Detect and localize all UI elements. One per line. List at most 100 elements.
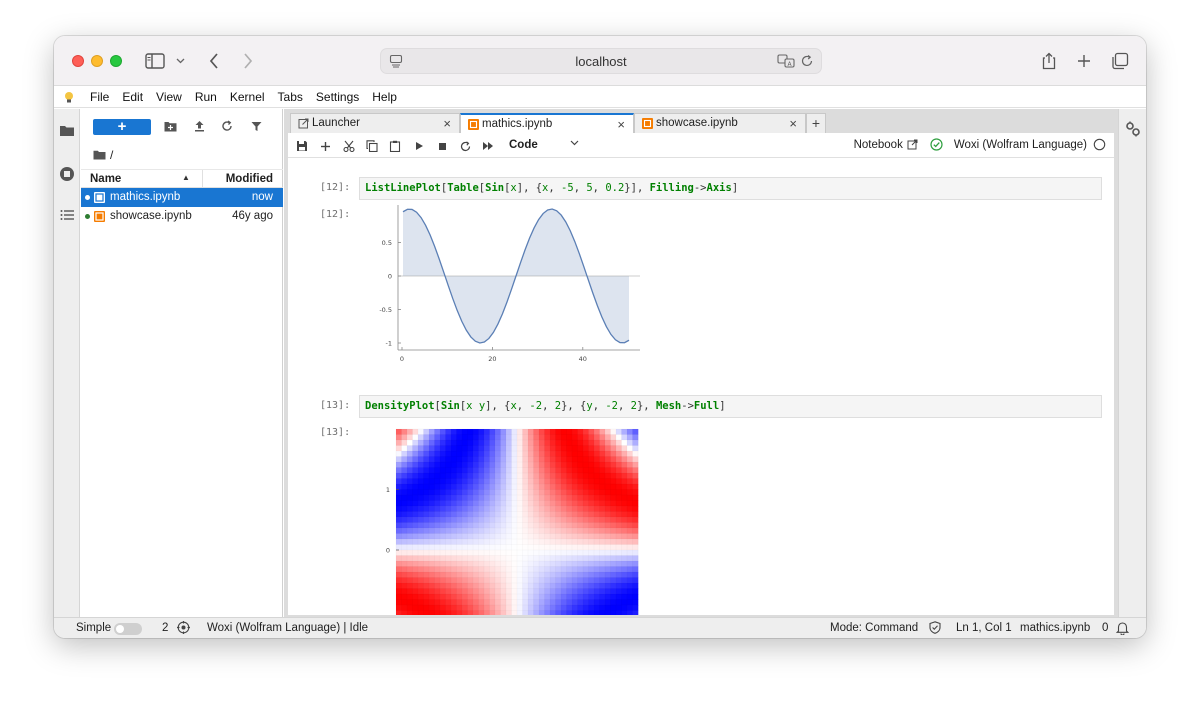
density-cell (577, 517, 584, 523)
density-cell (577, 566, 584, 573)
fast-forward-icon[interactable] (481, 139, 495, 153)
density-cell (445, 500, 452, 507)
density-cell (495, 484, 501, 490)
file-row[interactable]: showcase.ipynb 46y ago (81, 207, 283, 226)
density-cell (616, 572, 622, 578)
reload-icon[interactable] (800, 54, 814, 71)
menu-settings[interactable]: Settings (316, 90, 359, 104)
translate-icon[interactable]: A (777, 54, 795, 71)
notebook-file-icon (642, 118, 653, 129)
y-tick-label: -1 (386, 340, 392, 348)
density-cell (627, 561, 633, 567)
breadcrumb-path[interactable]: / (110, 148, 113, 162)
folder-icon[interactable] (93, 150, 106, 160)
sort-ascending-icon[interactable]: ▲ (182, 173, 190, 182)
copy-icon[interactable] (365, 139, 379, 153)
close-window-button[interactable] (72, 55, 84, 67)
column-modified-header[interactable]: Modified (226, 173, 273, 185)
code-token: -2 (529, 400, 543, 412)
tab-launcher[interactable]: Launcher × (290, 113, 460, 133)
density-cell (605, 522, 611, 529)
new-tab-icon[interactable] (1075, 48, 1093, 74)
paste-icon[interactable] (388, 139, 402, 153)
density-cell (566, 495, 573, 501)
menu-view[interactable]: View (156, 90, 182, 104)
density-cell (467, 533, 474, 540)
restart-kernel-icon[interactable] (458, 139, 472, 153)
density-cell (412, 599, 419, 606)
close-icon[interactable]: × (617, 117, 625, 132)
tab-mathics-notebook[interactable]: mathics.ipynb × (460, 113, 634, 134)
density-cell (583, 495, 589, 501)
forward-icon[interactable] (240, 48, 256, 74)
cursor-position[interactable]: Ln 1, Col 1 (956, 622, 1012, 634)
zoom-window-button[interactable] (110, 55, 122, 67)
insert-cell-icon[interactable] (318, 139, 332, 153)
density-cell (566, 467, 573, 474)
density-cell (632, 478, 639, 485)
external-link-icon[interactable] (907, 139, 918, 150)
stop-icon[interactable] (435, 139, 449, 153)
address-bar[interactable]: localhost A (380, 48, 822, 74)
simple-mode-toggle[interactable] (114, 623, 142, 635)
filter-icon[interactable] (249, 119, 263, 133)
density-cell (407, 478, 413, 485)
code-editor[interactable]: DensityPlot[Sin[x y], {x, -2, 2}, {y, -2… (359, 395, 1102, 418)
menu-help[interactable]: Help (372, 90, 397, 104)
upload-icon[interactable] (192, 119, 206, 133)
menu-file[interactable]: File (90, 90, 109, 104)
menu-run[interactable]: Run (195, 90, 217, 104)
save-icon[interactable] (295, 139, 309, 153)
table-of-contents-icon[interactable] (58, 206, 76, 224)
bell-icon[interactable] (1115, 621, 1130, 638)
tab-overview-icon[interactable] (1110, 48, 1130, 74)
kernel-status[interactable]: Woxi (Wolfram Language) | Idle (207, 622, 368, 634)
menu-edit[interactable]: Edit (122, 90, 143, 104)
column-name-header[interactable]: Name (90, 173, 121, 185)
menu-tabs[interactable]: Tabs (278, 90, 303, 104)
density-cell (583, 561, 589, 567)
refresh-icon[interactable] (220, 119, 234, 133)
column-divider[interactable] (202, 170, 203, 188)
density-cell (423, 555, 430, 562)
new-launcher-button[interactable]: + (93, 119, 151, 135)
density-cell (429, 561, 435, 567)
density-cell (588, 544, 595, 551)
density-cell (550, 577, 556, 584)
code-editor[interactable]: ListLinePlot[Table[Sin[x], {x, -5, 5, 0.… (359, 177, 1102, 200)
share-icon[interactable] (1040, 48, 1058, 74)
kernel-count[interactable]: 2 (162, 622, 168, 634)
back-icon[interactable] (206, 48, 222, 74)
density-cell (550, 506, 556, 512)
density-cell (528, 462, 534, 468)
minimize-window-button[interactable] (91, 55, 103, 67)
chevron-down-icon[interactable] (570, 138, 579, 149)
kernel-sessions-icon[interactable] (177, 621, 190, 637)
shield-icon[interactable] (929, 621, 941, 637)
add-tab-button[interactable]: + (806, 113, 826, 133)
property-inspector-icon[interactable] (1125, 121, 1141, 140)
cut-icon[interactable] (342, 139, 356, 153)
cell-type-select[interactable]: Code (509, 139, 538, 151)
notification-count[interactable]: 0 (1102, 622, 1108, 634)
run-icon[interactable] (412, 139, 426, 153)
density-cell (500, 550, 507, 556)
density-cell (539, 555, 545, 562)
close-icon[interactable]: × (443, 116, 451, 131)
density-cell (588, 517, 595, 523)
density-cell (440, 588, 446, 595)
file-row[interactable]: mathics.ipynb now (81, 188, 283, 207)
open-in-notebook-link[interactable]: Notebook (854, 139, 903, 151)
menu-kernel[interactable]: Kernel (230, 90, 265, 104)
tab-showcase-notebook[interactable]: showcase.ipynb × (634, 113, 806, 133)
page-menu-icon[interactable] (389, 54, 403, 71)
new-folder-icon[interactable] (163, 119, 177, 133)
folder-icon[interactable] (58, 121, 76, 139)
kernel-name-button[interactable]: Woxi (Wolfram Language) (954, 139, 1087, 151)
chevron-down-icon[interactable] (174, 48, 186, 74)
density-cell (456, 445, 463, 452)
close-icon[interactable]: × (789, 116, 797, 131)
running-kernels-icon[interactable] (58, 165, 76, 183)
density-cell (566, 506, 573, 512)
sidebar-toggle-icon[interactable] (144, 48, 166, 74)
